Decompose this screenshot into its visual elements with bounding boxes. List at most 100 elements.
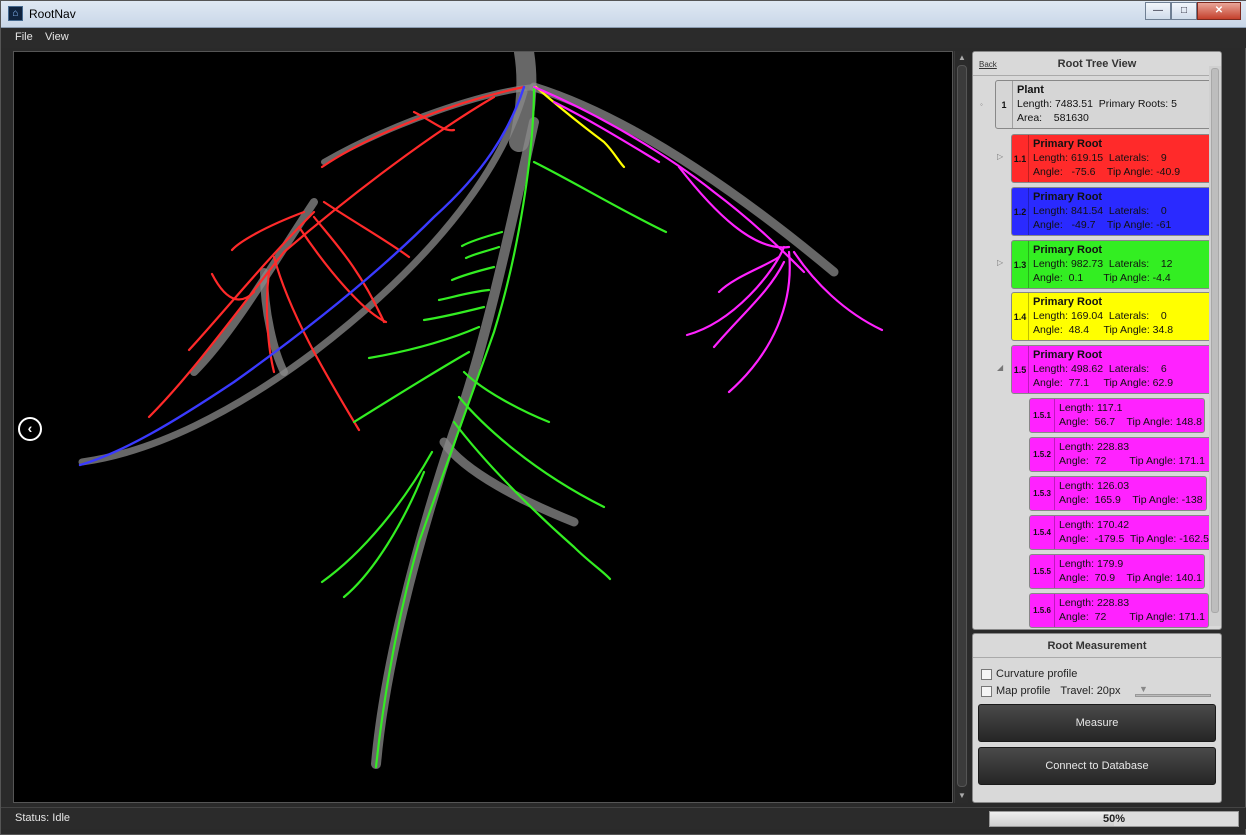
connect-database-button[interactable]: Connect to Database: [978, 747, 1216, 785]
primary-root-info: Primary Root Length: 619.15 Laterals: 9 …: [1029, 135, 1180, 182]
primary-root-info: Primary Root Length: 841.54 Laterals: 0 …: [1029, 188, 1171, 235]
lateral-root-length-line: Length: 126.03: [1059, 480, 1130, 492]
primary-root-number: 1.2: [1012, 188, 1029, 235]
maximize-button[interactable]: □: [1171, 2, 1197, 20]
lateral-root-length-line: Length: 228.83: [1059, 597, 1130, 609]
primary-root-info: Primary Root Length: 982.73 Laterals: 12…: [1029, 241, 1173, 288]
root-1-4-trace: [534, 85, 626, 169]
menu-view[interactable]: View: [45, 31, 69, 43]
title-bar: ⌂ RootNav — □ ✕: [1, 1, 1246, 28]
lateral-root-info: Length: 228.83 Angle: 72 Tip Angle: 171.…: [1055, 594, 1205, 627]
lateral-root-angle-line: Angle: 70.9 Tip Angle: 140.1: [1059, 572, 1203, 584]
map-profile-checkbox[interactable]: [981, 685, 992, 697]
progress-bar: 50%: [989, 811, 1239, 827]
lateral-root-number: 1.5.1: [1030, 399, 1055, 432]
viewer-scrollbar[interactable]: ▲ ▼: [954, 51, 968, 803]
lateral-root-number: 1.5.5: [1030, 555, 1055, 588]
measure-button[interactable]: Measure: [978, 704, 1216, 742]
primary-root-length-line: Length: 498.62 Laterals: 6: [1033, 363, 1167, 375]
travel-label: Travel: 20px: [1060, 685, 1121, 697]
root-measurement-title: Root Measurement: [973, 634, 1221, 658]
status-text: Status: Idle: [15, 812, 71, 824]
primary-root-length-line: Length: 169.04 Laterals: 0: [1033, 310, 1167, 322]
chevron-left-circle-icon[interactable]: ‹: [18, 417, 42, 441]
primary-root-number: 1.1: [1012, 135, 1029, 182]
minimize-button[interactable]: —: [1145, 2, 1171, 20]
lateral-root-node-1-5-3[interactable]: 1.5.3 Length: 126.03 Angle: 165.9 Tip Ang…: [1029, 476, 1207, 511]
curvature-profile-option[interactable]: Curvature profile: [981, 668, 1077, 680]
root-1-3-trace: [320, 85, 668, 769]
primary-root-node-1-3[interactable]: 1.3 Primary Root Length: 982.73 Laterals:…: [1011, 240, 1219, 289]
primary-root-expander-icon[interactable]: ▷: [997, 152, 1003, 161]
progress-label: 50%: [1102, 813, 1126, 825]
plant-node-number: 1: [996, 81, 1013, 128]
primary-root-name: Primary Root: [1033, 138, 1103, 150]
primary-root-angle-line: Angle: 0.1 Tip Angle: -4.4: [1033, 272, 1171, 284]
primary-root-info: Primary Root Length: 169.04 Laterals: 0 …: [1029, 293, 1173, 340]
lateral-root-info: Length: 126.03 Angle: 165.9 Tip Angle: -…: [1055, 477, 1203, 510]
lateral-root-number: 1.5.3: [1030, 477, 1055, 510]
tree-scrollbar-thumb[interactable]: [1211, 68, 1219, 613]
tree-scrollbar[interactable]: [1209, 66, 1221, 626]
scroll-down-arrow-icon[interactable]: ▼: [955, 790, 969, 802]
primary-root-node-1-4[interactable]: 1.4 Primary Root Length: 169.04 Laterals:…: [1011, 292, 1219, 341]
primary-root-expander-icon[interactable]: ▷: [997, 258, 1003, 267]
map-profile-option[interactable]: Map profile Travel: 20px: [981, 685, 1121, 697]
status-bar: Status: Idle 50%: [1, 807, 1246, 829]
primary-root-node-1-1[interactable]: 1.1 Primary Root Length: 619.15 Laterals:…: [1011, 134, 1219, 183]
viewer-scrollbar-thumb[interactable]: [957, 65, 967, 787]
lateral-root-info: Length: 117.1 Angle: 56.7 Tip Angle: 148…: [1055, 399, 1202, 432]
lateral-root-number: 1.5.2: [1030, 438, 1055, 471]
primary-root-length-line: Length: 619.15 Laterals: 9: [1033, 152, 1167, 164]
primary-root-angle-line: Angle: 48.4 Tip Angle: 34.8: [1033, 324, 1174, 336]
primary-root-name: Primary Root: [1033, 244, 1103, 256]
menu-bar: File View: [1, 28, 1246, 48]
primary-root-node-1-2[interactable]: 1.2 Primary Root Length: 841.54 Laterals:…: [1011, 187, 1219, 236]
lateral-root-node-1-5-6[interactable]: 1.5.6 Length: 228.83 Angle: 72 Tip Angle:…: [1029, 593, 1209, 628]
primary-root-angle-line: Angle: -75.6 Tip Angle: -40.9: [1033, 166, 1181, 178]
primary-root-length-line: Length: 841.54 Laterals: 0: [1033, 205, 1167, 217]
lateral-root-node-1-5-4[interactable]: 1.5.4 Length: 170.42 Angle: -179.5 Tip An…: [1029, 515, 1217, 550]
plant-node-name: Plant: [1017, 84, 1044, 96]
lateral-root-length-line: Length: 117.1: [1059, 402, 1123, 414]
primary-root-node-1-5[interactable]: 1.5 Primary Root Length: 498.62 Laterals:…: [1011, 345, 1219, 394]
primary-root-number: 1.5: [1012, 346, 1029, 393]
travel-slider[interactable]: ▼: [1135, 684, 1211, 698]
lateral-root-node-1-5-2[interactable]: 1.5.2 Length: 228.83 Angle: 72 Tip Angle:…: [1029, 437, 1213, 472]
scroll-up-arrow-icon[interactable]: ▲: [955, 52, 969, 64]
map-profile-label: Map profile: [996, 685, 1051, 697]
lateral-root-node-1-5-1[interactable]: 1.5.1 Length: 117.1 Angle: 56.7 Tip Angle…: [1029, 398, 1205, 433]
curvature-profile-checkbox[interactable]: [981, 668, 992, 680]
lateral-root-info: Length: 228.83 Angle: 72 Tip Angle: 171.…: [1055, 438, 1205, 471]
lateral-root-angle-line: Angle: -179.5 Tip Angle: -162.5: [1059, 533, 1210, 545]
lateral-root-angle-line: Angle: 165.9 Tip Angle: -138: [1059, 494, 1203, 506]
primary-root-length-line: Length: 982.73 Laterals: 12: [1033, 258, 1173, 270]
primary-root-name: Primary Root: [1033, 349, 1103, 361]
primary-root-info: Primary Root Length: 498.62 Laterals: 6 …: [1029, 346, 1173, 393]
lateral-root-length-line: Length: 179.9: [1059, 558, 1124, 570]
plant-node[interactable]: 1 Plant Length: 7483.51 Primary Roots: 5…: [995, 80, 1219, 129]
primary-root-name: Primary Root: [1033, 296, 1103, 308]
root-tree-title: Root Tree View: [1057, 58, 1137, 70]
root-tree-header: Back Root Tree View: [973, 52, 1221, 76]
primary-root-expander-icon[interactable]: ◢: [997, 363, 1003, 372]
app-logo-icon: ⌂: [8, 6, 23, 21]
primary-root-angle-line: Angle: 77.1 Tip Angle: 62.9: [1033, 377, 1174, 389]
root-measurement-panel: Root Measurement Curvature profile Map p…: [972, 633, 1222, 803]
lateral-root-node-1-5-5[interactable]: 1.5.5 Length: 179.9 Angle: 70.9 Tip Angle…: [1029, 554, 1205, 589]
primary-root-number: 1.3: [1012, 241, 1029, 288]
plant-expander-icon[interactable]: ◦: [980, 100, 983, 109]
slider-thumb-icon[interactable]: ▼: [1139, 684, 1148, 694]
primary-root-angle-line: Angle: -49.7 Tip Angle: -61: [1033, 219, 1172, 231]
window-controls: — □ ✕: [1145, 2, 1241, 20]
root-image-viewer[interactable]: ‹: [13, 51, 953, 803]
menu-file[interactable]: File: [15, 31, 33, 43]
root-1-5-trace: [532, 85, 884, 394]
travel-slider-track[interactable]: [1135, 694, 1211, 697]
lateral-root-info: Length: 170.42 Angle: -179.5 Tip Angle: …: [1055, 516, 1209, 549]
app-window: ⌂ RootNav — □ ✕ File View ‹ ▲ ▼ Back Roo…: [0, 0, 1246, 835]
root-trace-overlay: [78, 52, 884, 769]
primary-root-number: 1.4: [1012, 293, 1029, 340]
primary-root-name: Primary Root: [1033, 191, 1103, 203]
close-button[interactable]: ✕: [1197, 2, 1241, 20]
